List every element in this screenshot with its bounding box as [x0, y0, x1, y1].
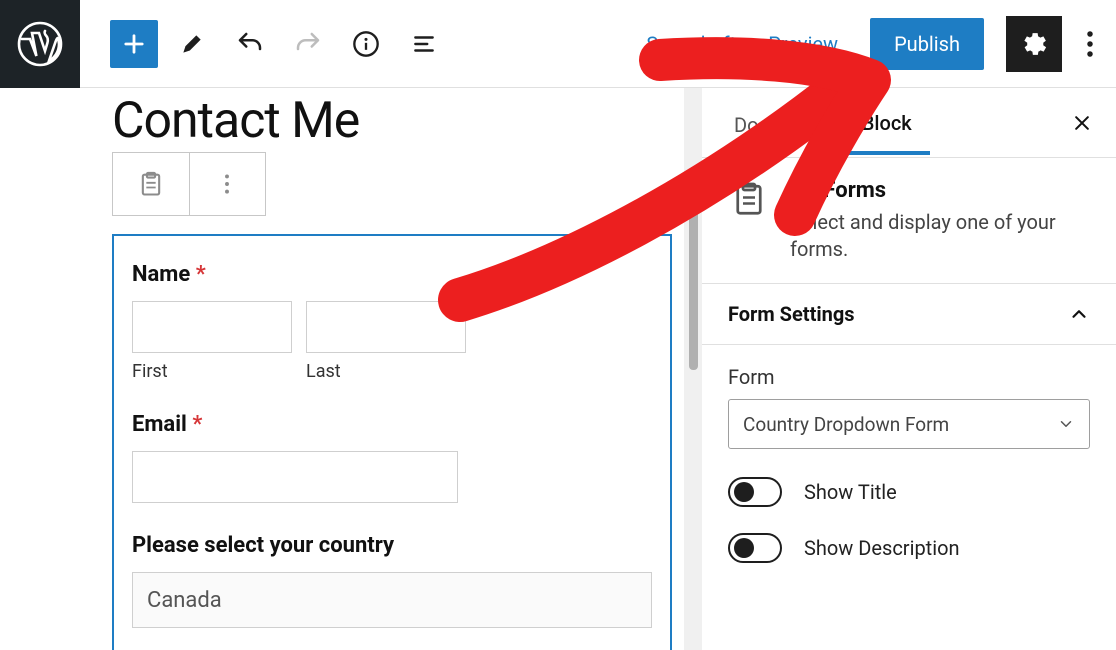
undo-button[interactable] [226, 20, 274, 68]
show-description-label: Show Description [804, 536, 960, 560]
required-mark: * [192, 412, 202, 437]
chevron-up-icon [1068, 303, 1090, 325]
sidebar-tabs: Document Block [702, 88, 1116, 158]
form-select[interactable]: Country Dropdown Form [728, 399, 1090, 449]
tab-document[interactable]: Document [716, 93, 844, 153]
email-input[interactable] [132, 451, 458, 503]
kebab-icon [1086, 29, 1094, 59]
show-title-toggle[interactable] [728, 477, 782, 507]
editor-canvas[interactable]: Contact Me Name * First Last [0, 88, 702, 650]
gear-icon [1019, 29, 1049, 59]
show-description-toggle-row: Show Description [728, 533, 1090, 563]
panel-title: Form Settings [728, 302, 855, 326]
redo-button[interactable] [284, 20, 332, 68]
undo-icon [235, 29, 265, 59]
settings-sidebar: Document Block WPForms Select and displa… [702, 88, 1116, 650]
required-mark: * [196, 262, 206, 287]
info-button[interactable] [342, 20, 390, 68]
block-more-button[interactable] [190, 153, 266, 215]
chevron-down-icon [1057, 415, 1075, 433]
info-icon [352, 30, 380, 58]
main-area: Contact Me Name * First Last [0, 88, 1116, 650]
save-draft-link[interactable]: Save draft [646, 32, 736, 56]
kebab-icon [223, 171, 231, 197]
close-sidebar-button[interactable] [1062, 103, 1102, 143]
more-options-button[interactable] [1076, 29, 1104, 59]
country-value: Canada [147, 588, 222, 613]
tab-block[interactable]: Block [844, 91, 930, 155]
redo-icon [293, 29, 323, 59]
block-description: Select and display one of your forms. [790, 209, 1090, 263]
wpforms-block-icon [728, 178, 770, 220]
block-toolbar [112, 152, 266, 216]
wordpress-icon [16, 20, 64, 68]
settings-button[interactable] [1006, 16, 1062, 72]
outline-button[interactable] [400, 20, 448, 68]
wordpress-logo[interactable] [0, 0, 80, 88]
show-title-label: Show Title [804, 480, 897, 504]
name-field-label: Name * [132, 262, 652, 287]
close-icon [1072, 113, 1092, 133]
show-description-toggle[interactable] [728, 533, 782, 563]
show-title-toggle-row: Show Title [728, 477, 1090, 507]
outline-icon [411, 31, 437, 57]
clipboard-icon [137, 170, 165, 198]
form-select-label: Form [728, 365, 1090, 389]
first-name-input[interactable] [132, 301, 292, 353]
first-sublabel: First [132, 361, 292, 382]
pencil-icon [179, 31, 205, 57]
form-settings-panel-header[interactable]: Form Settings [702, 283, 1116, 345]
last-sublabel: Last [306, 361, 466, 382]
page-title[interactable]: Contact Me [112, 92, 702, 150]
block-name: WPForms [790, 178, 1090, 203]
editor-toolbar: Save draft Preview Publish [0, 0, 1116, 88]
country-select[interactable]: Canada [132, 572, 652, 628]
scrollbar-thumb[interactable] [689, 180, 698, 370]
form-select-value: Country Dropdown Form [743, 413, 949, 436]
preview-link[interactable]: Preview [768, 32, 838, 56]
edit-button[interactable] [168, 20, 216, 68]
clipboard-icon [731, 181, 767, 217]
block-info-section: WPForms Select and display one of your f… [702, 158, 1116, 283]
email-field-label: Email * [132, 412, 652, 437]
block-type-button[interactable] [113, 153, 190, 215]
add-block-button[interactable] [110, 20, 158, 68]
last-name-input[interactable] [306, 301, 466, 353]
plus-icon [120, 30, 148, 58]
wpforms-block[interactable]: Name * First Last Email * Please selec [112, 234, 672, 650]
publish-button[interactable]: Publish [870, 18, 984, 70]
country-field-label: Please select your country [132, 533, 652, 558]
scrollbar[interactable] [684, 88, 702, 650]
form-settings-panel-body: Form Country Dropdown Form Show Title Sh… [702, 345, 1116, 609]
